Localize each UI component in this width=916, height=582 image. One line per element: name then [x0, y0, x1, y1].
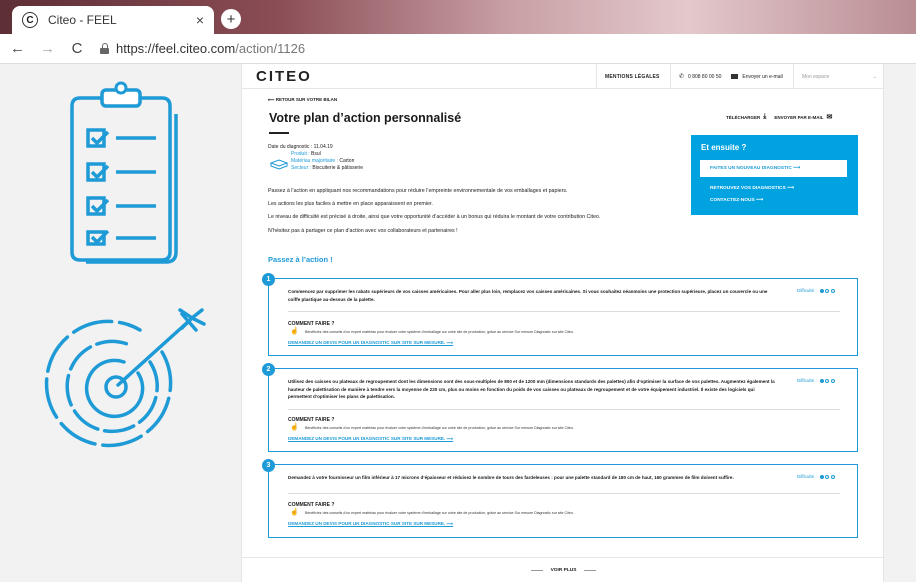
mail-icon: [731, 74, 739, 79]
envelope-icon[interactable]: ✉: [827, 113, 833, 121]
tab-title: Citeo - FEEL: [48, 13, 117, 27]
browser-tab-bar: C Citeo - FEEL × +: [0, 0, 916, 34]
forward-arrow-icon[interactable]: →: [40, 40, 55, 57]
browser-tab[interactable]: C Citeo - FEEL ×: [12, 6, 214, 34]
title-divider: [269, 132, 289, 134]
how-to-text: Bénéficiez des conseils d’un expert maté…: [305, 511, 574, 515]
citeo-favicon-icon: C: [22, 12, 38, 28]
expert-hand-icon: ☝: [290, 509, 299, 516]
clipboard-checklist-icon: [70, 81, 178, 264]
intro-paragraph: Passez à l’action en appliquant nos reco…: [268, 188, 568, 194]
download-icon[interactable]: ⤓: [763, 113, 766, 121]
legal-link[interactable]: MENTIONS LÉGALES: [596, 64, 668, 89]
action-text: Commencez par supprimer les rabats supér…: [288, 289, 768, 302]
how-to-text: Bénéficiez des conseils d’un expert maté…: [305, 330, 574, 334]
intro-paragraph: Les actions les plus faciles à mettre en…: [268, 201, 433, 208]
lock-icon: [100, 43, 109, 54]
material-label: Matériau majoritaire :: [291, 158, 338, 164]
how-to-text: Bénéficiez des conseils d’un expert maté…: [305, 426, 574, 430]
tab-close-icon[interactable]: ×: [196, 12, 204, 28]
action-text: Demandez à votre fournisseur un film inf…: [288, 475, 734, 480]
new-diagnostic-button[interactable]: FAITES UN NOUVEAU DIAGNOSTIC ⟶: [700, 160, 847, 177]
action-card-2: 2 Utilisez des caisses ou plateaux de re…: [262, 363, 858, 452]
intro-text: Passez à l’action en appliquant nos reco…: [268, 188, 688, 241]
find-diagnostics-link[interactable]: RETROUVEZ VOS DIAGNOSTICS ⟶: [710, 186, 794, 191]
difficulty-indicator: Difficulté :: [797, 474, 835, 479]
reload-icon[interactable]: C: [70, 40, 84, 57]
diagnostic-date: Date du diagnostic : 11.04.19: [268, 144, 333, 150]
phone-icon: ✆: [679, 74, 685, 80]
card-divider: [288, 493, 840, 494]
difficulty-label: Difficulté :: [797, 378, 817, 383]
sector-value: Biscuiterie & pâtisserie: [312, 165, 363, 171]
card-divider: [288, 311, 840, 312]
email-link[interactable]: Envoyer un e-mail: [742, 74, 782, 80]
send-email-link[interactable]: ENVOYER PAR E-MAIL: [774, 115, 823, 120]
contact-bar: ✆ 0 808 80 00 50 Envoyer un e-mail: [670, 64, 791, 89]
call-to-action-heading: Passez à l’action !: [268, 255, 333, 264]
site-header: CITEO MENTIONS LÉGALES ✆ 0 808 80 00 50 …: [242, 64, 883, 89]
material-value: Carton: [339, 158, 355, 164]
difficulty-indicator: Difficulté :: [797, 288, 835, 293]
page-container: CITEO MENTIONS LÉGALES ✆ 0 808 80 00 50 …: [241, 64, 885, 582]
product-value: Bsul: [311, 151, 321, 157]
url-field[interactable]: https://feel.citeo.com/action/1126: [116, 41, 305, 56]
phone-number[interactable]: 0 808 80 00 50: [688, 74, 721, 80]
intro-paragraph: Le niveau de difficulté est précisé à dr…: [268, 214, 601, 221]
next-steps-title: Et ensuite ?: [701, 143, 747, 152]
target-arrow-icon: [44, 308, 206, 448]
account-placeholder: Mon espace: [802, 73, 830, 80]
diagnostic-meta: Date du diagnostic : 11.04.19 Produit : …: [268, 144, 363, 171]
intro-paragraph: N’hésitez pas à partager ce plan d’actio…: [268, 227, 458, 234]
contact-link[interactable]: CONTACTEZ-NOUS ⟶: [710, 198, 763, 203]
back-arrow-icon[interactable]: ←: [10, 40, 25, 57]
url-path: /action/1126: [235, 41, 306, 56]
see-more-label: VOIR PLUS: [550, 567, 577, 573]
next-steps-panel: Et ensuite ? FAITES UN NOUVEAU DIAGNOSTI…: [691, 135, 858, 215]
action-card-1: 1 Commencez par supprimer les rabats sup…: [262, 273, 858, 356]
action-number-badge: 3: [262, 459, 275, 472]
request-quote-link[interactable]: DEMANDEZ UN DEVIS POUR UN DIAGNOSTIC SUR…: [288, 436, 453, 442]
download-bar: TÉLÉCHARGER ⤓ ENVOYER PAR E-MAIL ✉: [726, 113, 840, 121]
pallet-box-icon: [269, 159, 289, 170]
action-number-badge: 2: [262, 363, 275, 376]
account-dropdown[interactable]: Mon espace ⌄: [793, 64, 885, 89]
back-to-report-link[interactable]: ⟵ RETOUR SUR VOTRE BILAN: [268, 97, 337, 103]
chevron-down-icon: ⌄: [872, 73, 877, 80]
address-bar: ← → C https://feel.citeo.com/action/1126: [0, 34, 916, 64]
url-host: https://feel.citeo.com: [116, 41, 236, 56]
new-tab-button[interactable]: +: [221, 9, 241, 29]
product-label: Produit :: [291, 151, 310, 157]
difficulty-indicator: Difficulté :: [797, 378, 835, 383]
action-text: Utilisez des caisses ou plateaux de regr…: [288, 379, 775, 399]
difficulty-dots: [819, 474, 835, 479]
see-more-rule: [530, 569, 543, 571]
request-quote-link[interactable]: DEMANDEZ UN DEVIS POUR UN DIAGNOSTIC SUR…: [288, 340, 453, 346]
action-number-badge: 1: [262, 273, 275, 286]
difficulty-label: Difficulté :: [797, 288, 817, 293]
action-card-3: 3 Demandez à votre fournisseur un film i…: [262, 459, 858, 538]
expert-hand-icon: ☝: [290, 328, 299, 335]
download-link[interactable]: TÉLÉCHARGER: [726, 115, 760, 120]
request-quote-link[interactable]: DEMANDEZ UN DEVIS POUR UN DIAGNOSTIC SUR…: [288, 521, 453, 527]
card-divider: [288, 409, 840, 410]
difficulty-label: Difficulté :: [797, 474, 817, 479]
sector-label: Secteur :: [291, 165, 312, 171]
see-more-button[interactable]: VOIR PLUS: [242, 557, 885, 582]
difficulty-dots: [819, 288, 835, 293]
citeo-logo[interactable]: CITEO: [256, 68, 312, 85]
see-more-rule: [584, 569, 597, 571]
difficulty-dots: [819, 378, 835, 383]
diagnostic-details: Produit : Bsul Matériau majoritaire : Ca…: [291, 151, 451, 172]
expert-hand-icon: ☝: [290, 424, 299, 431]
page-title: Votre plan d’action personnalisé: [269, 111, 462, 125]
